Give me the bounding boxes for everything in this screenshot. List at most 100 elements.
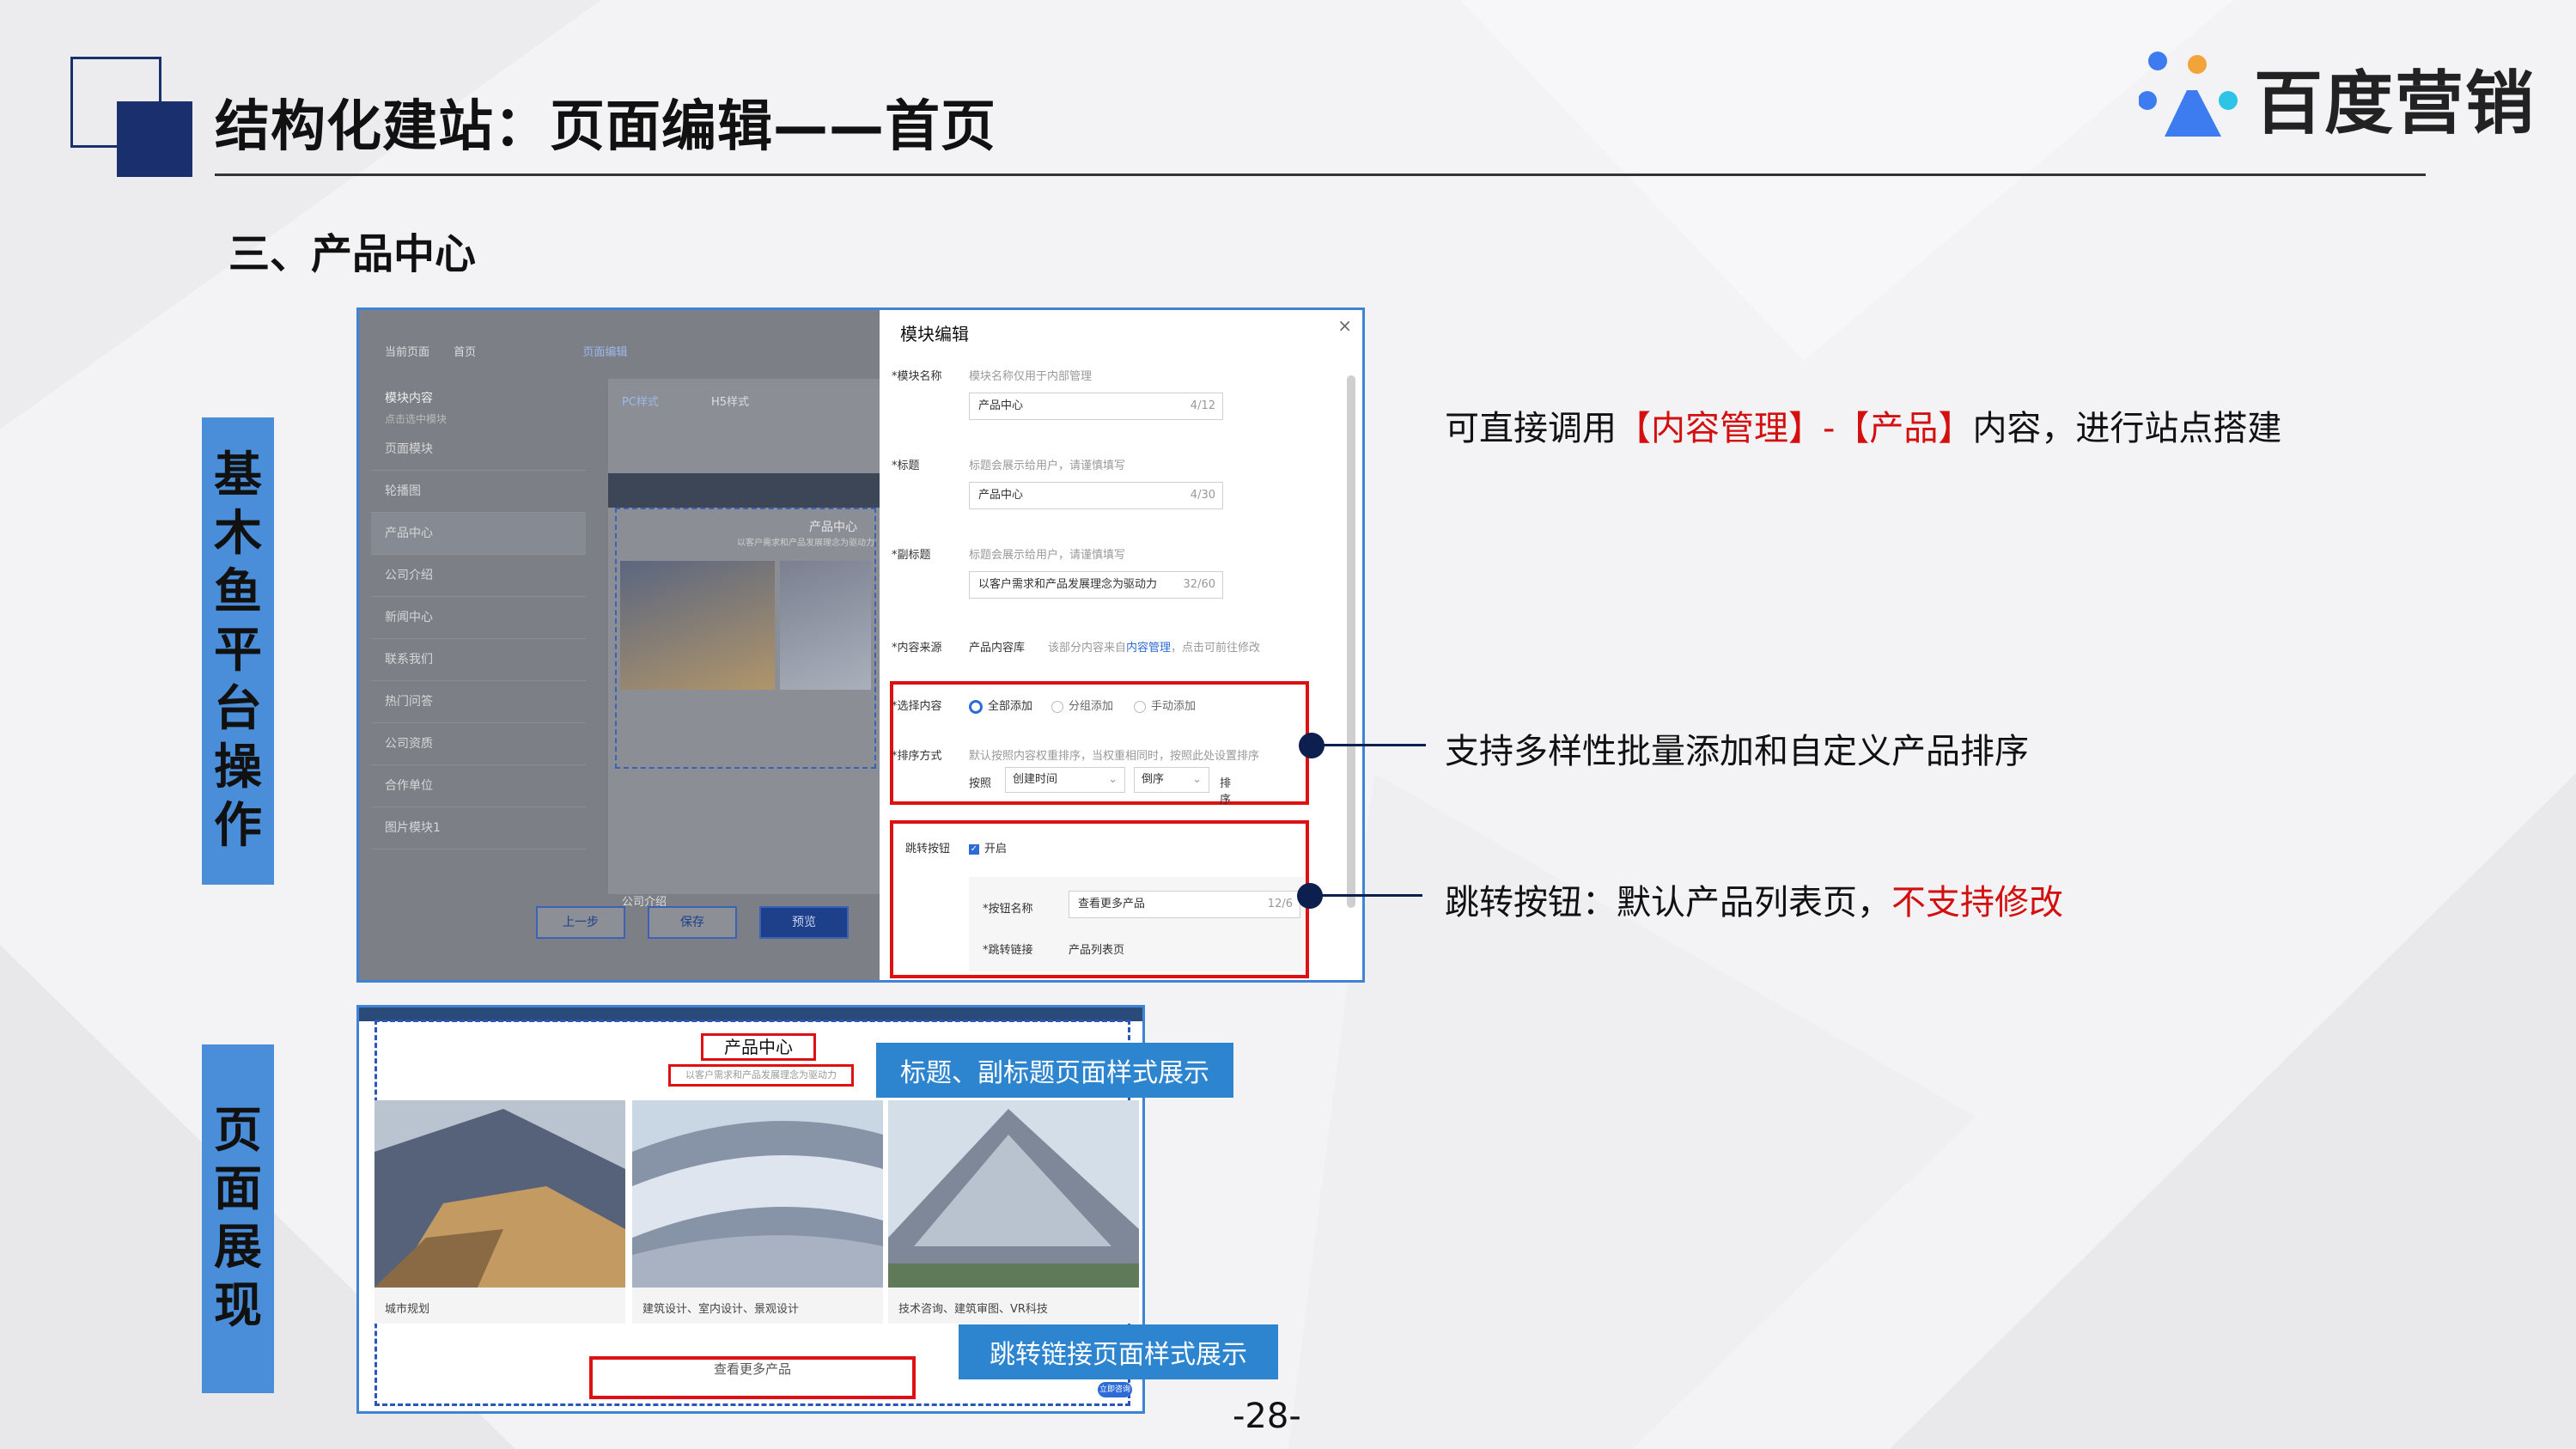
page-title: 结构化建站：页面编辑——首页 — [215, 95, 996, 159]
module-list-hint: 点击选中模块 — [385, 413, 448, 425]
input-count: 12/6 — [1267, 898, 1293, 910]
field-hint: 标题会展示给用户，请谨慎填写 — [969, 549, 1126, 562]
module-item[interactable]: 图片模块1 — [371, 807, 586, 849]
input-count: 4/12 — [1190, 399, 1215, 412]
product-caption: 建筑设计、室内设计、景观设计 — [642, 1303, 800, 1316]
input-value: 产品中心 — [978, 489, 1024, 502]
close-icon[interactable]: × — [1337, 315, 1352, 336]
radio-group[interactable]: 分组添加 — [1051, 697, 1113, 713]
module-item[interactable]: 页面模块 — [371, 429, 586, 471]
panel-scrollbar[interactable] — [1347, 375, 1355, 908]
note-content-source: 可直接调用【内容管理】-【产品】内容，进行站点搭建 — [1445, 400, 2281, 450]
page-display-label: 页 面 展 现 — [202, 1044, 274, 1393]
product-caption: 城市规划 — [385, 1303, 430, 1316]
radio-checked-icon — [969, 699, 983, 714]
module-item[interactable]: 联系我们 — [371, 639, 586, 681]
save-button[interactable]: 保存 — [648, 906, 737, 939]
brand-name: 百度营销 — [2254, 64, 2536, 143]
module-item[interactable]: 热门问答 — [371, 681, 586, 723]
radio-label: 分组添加 — [1069, 700, 1114, 713]
preview-sub: 以客户需求和产品发展理念为驱动力 — [737, 539, 874, 548]
source-hint: 该部分内容来自内容管理，点击可前往修改 — [1048, 638, 1260, 654]
editor-preview-pane: PC样式 H5样式 产品中心 以客户需求和产品发展理念为驱动力 公司介绍 — [608, 379, 880, 909]
note-text: 跳转按钮：默认产品列表页， — [1445, 883, 1891, 922]
hint-text: ，点击可前往修改 — [1171, 642, 1261, 654]
label-char: 展 — [214, 1220, 262, 1275]
label-char: 平 — [214, 623, 262, 679]
brand-logo: 百度营销 — [2139, 48, 2536, 148]
sort-order-select[interactable]: 倒序 ⌄ — [1134, 767, 1209, 793]
checkbox-label: 开启 — [984, 843, 1008, 855]
module-item[interactable]: 公司资质 — [371, 723, 586, 765]
chevron-down-icon: ⌄ — [1192, 773, 1202, 786]
callout-link-style: 跳转链接页面样式展示 — [959, 1324, 1278, 1379]
editor-screenshot: 当前页面 首页 页面编辑 模块内容 点击选中模块 页面模块 轮播图 产品中心 公… — [356, 307, 1365, 983]
content-manage-link[interactable]: 内容管理 — [1126, 642, 1171, 654]
jump-toggle[interactable]: ✓ 开启 — [969, 839, 1007, 855]
label-char: 木 — [214, 506, 262, 562]
note-highlight: 【内容管理】-【产品】 — [1617, 409, 1973, 448]
select-value: 倒序 — [1142, 773, 1165, 786]
field-label: *按钮名称 — [983, 903, 1033, 916]
note-text: 可直接调用 — [1445, 409, 1617, 448]
field-label: *排序方式 — [892, 750, 942, 763]
product-caption: 技术咨询、建筑审图、VR科技 — [898, 1303, 1048, 1316]
radio-manual[interactable]: 手动添加 — [1134, 697, 1196, 713]
product-image — [632, 1100, 883, 1288]
page-number: -28- — [1233, 1397, 1301, 1436]
button-name-input[interactable]: 查看更多产品 12/6 — [1069, 891, 1300, 918]
product-card[interactable]: 城市规划 — [375, 1100, 625, 1324]
tab-h5[interactable]: H5样式 — [711, 393, 749, 409]
label-char: 鱼 — [214, 564, 262, 620]
subtitle-input[interactable]: 以客户需求和产品发展理念为驱动力 32/60 — [969, 571, 1223, 599]
module-item[interactable]: 合作单位 — [371, 765, 586, 807]
breadcrumb-item: 首页 — [454, 346, 477, 359]
preview-image — [620, 561, 775, 690]
field-label: *模块名称 — [892, 370, 942, 383]
callout-title-style: 标题、副标题页面样式展示 — [876, 1043, 1233, 1098]
jump-link-value: 产品列表页 — [1069, 944, 1125, 957]
pointer-line — [1314, 744, 1426, 746]
title-input[interactable]: 产品中心 4/30 — [969, 482, 1223, 509]
select-value: 创建时间 — [1013, 773, 1058, 786]
hint-text: 该部分内容来自 — [1048, 642, 1127, 654]
product-card[interactable]: 技术咨询、建筑审图、VR科技 — [888, 1100, 1139, 1324]
editor-breadcrumb: 当前页面 首页 页面编辑 — [385, 343, 627, 359]
source-value: 产品内容库 — [969, 642, 1026, 654]
preview-banner — [608, 473, 880, 508]
module-item[interactable]: 公司介绍 — [371, 555, 586, 597]
field-label: *标题 — [892, 460, 920, 472]
sort-suffix: 排序 — [1220, 777, 1232, 807]
module-name-input[interactable]: 产品中心 4/12 — [969, 393, 1223, 420]
product-card[interactable]: 建筑设计、室内设计、景观设计 — [632, 1100, 883, 1324]
field-label: *跳转链接 — [983, 944, 1033, 957]
radio-all[interactable]: 全部添加 — [969, 697, 1032, 714]
input-value: 查看更多产品 — [1078, 898, 1146, 910]
editor-dimmed-area: 当前页面 首页 页面编辑 模块内容 点击选中模块 页面模块 轮播图 产品中心 公… — [359, 310, 880, 980]
consult-button[interactable]: 立即咨询 — [1098, 1382, 1132, 1397]
preview-subheading: 以客户需求和产品发展理念为驱动力 — [668, 1064, 854, 1087]
label-char: 作 — [214, 798, 262, 854]
input-count: 4/30 — [1190, 489, 1215, 502]
module-item[interactable]: 轮播图 — [371, 471, 586, 513]
module-item[interactable]: 产品中心 — [371, 513, 586, 555]
sort-by-label: 按照 — [969, 777, 992, 790]
preview-button[interactable]: 预览 — [759, 906, 849, 939]
chevron-down-icon: ⌄ — [1108, 773, 1117, 786]
radio-label: 全部添加 — [988, 700, 1033, 713]
section-title: 三、产品中心 — [228, 230, 477, 278]
preview-selection: 产品中心 以客户需求和产品发展理念为驱动力 — [615, 508, 876, 769]
module-edit-panel: 模块编辑 × *模块名称 模块名称仅用于内部管理 产品中心 4/12 *标题 标… — [880, 310, 1362, 980]
field-label: *选择内容 — [892, 700, 942, 713]
preview-heading: 产品中心 — [701, 1033, 816, 1061]
view-more-products-button[interactable]: 查看更多产品 — [589, 1356, 916, 1399]
header-divider — [215, 174, 2426, 176]
tab-pc[interactable]: PC样式 — [622, 393, 659, 409]
module-list-title: 模块内容 — [385, 392, 433, 405]
module-item[interactable]: 新闻中心 — [371, 597, 586, 639]
input-value: 以客户需求和产品发展理念为驱动力 — [978, 578, 1158, 591]
pointer-line — [1312, 894, 1422, 897]
sort-field-select[interactable]: 创建时间 ⌄ — [1005, 767, 1125, 793]
prev-step-button[interactable]: 上一步 — [536, 906, 625, 939]
field-label: *副标题 — [892, 549, 931, 562]
